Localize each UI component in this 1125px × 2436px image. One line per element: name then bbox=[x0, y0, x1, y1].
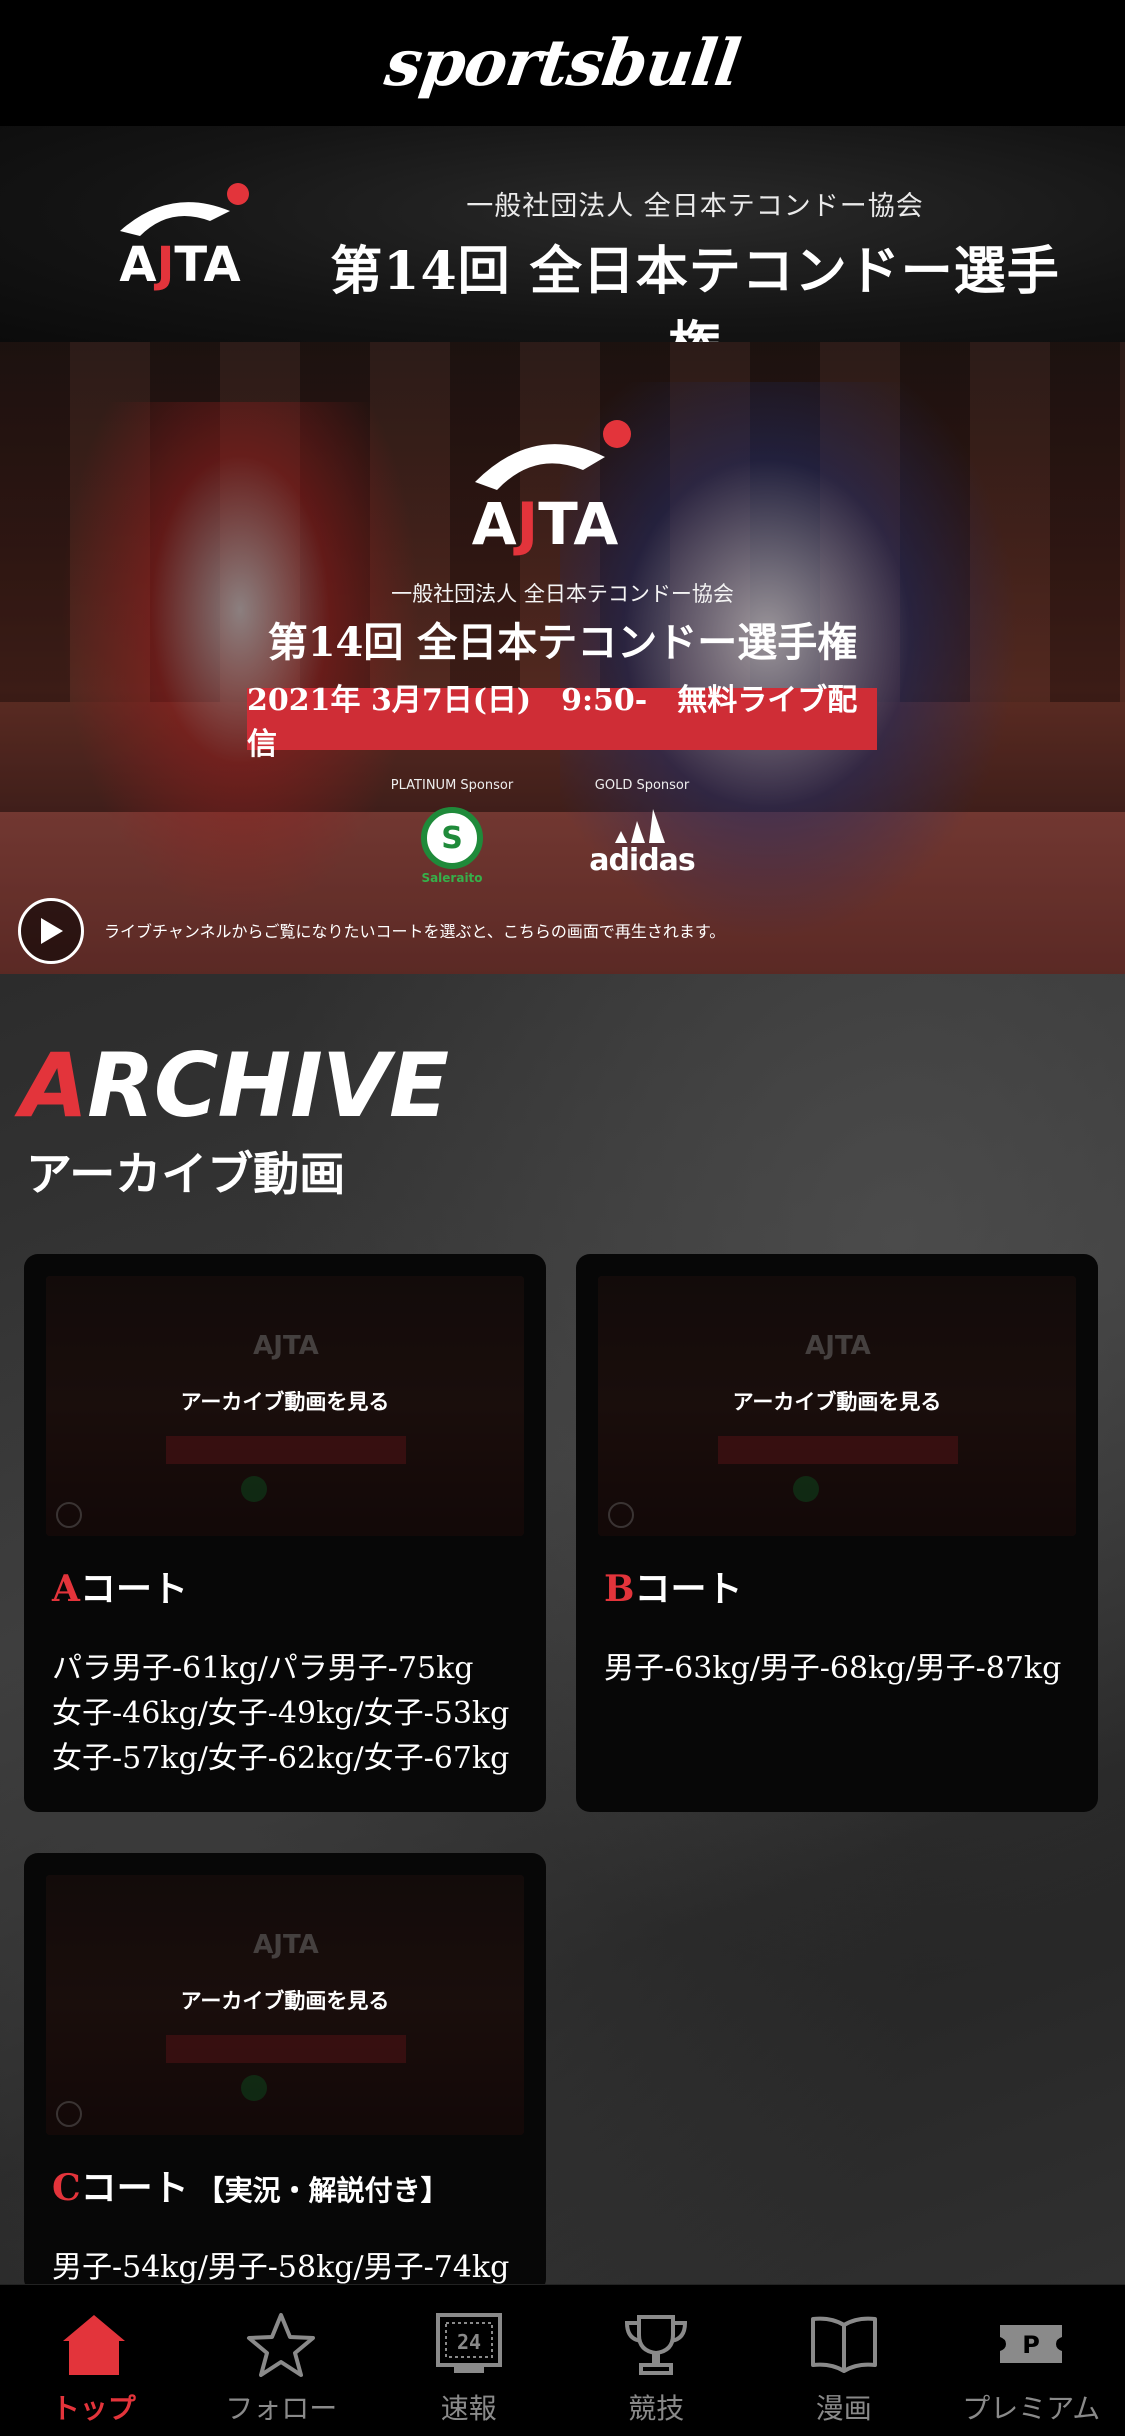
live-video-player[interactable]: AJTA 一般社団法人 全日本テコンドー協会 第14回 全日本テコンドー選手権 … bbox=[0, 342, 1125, 974]
tab-label: プレミアム bbox=[962, 2392, 1101, 2425]
star-icon bbox=[243, 2309, 319, 2379]
tab-label: トップ bbox=[51, 2392, 136, 2425]
adidas-logo-icon bbox=[615, 809, 665, 843]
book-icon bbox=[806, 2309, 882, 2379]
platinum-sponsor: PLATINUM Sponsor S Saleraito bbox=[362, 778, 542, 885]
hero-event-title: 第14回 全日本テコンドー選手権 bbox=[267, 619, 858, 666]
tab-label: 漫画 bbox=[815, 2392, 872, 2425]
adidas-name: adidas bbox=[589, 843, 696, 878]
organization-name: 一般社団法人 全日本テコンドー協会 bbox=[466, 191, 924, 222]
gold-sponsor: GOLD Sponsor adidas bbox=[552, 778, 732, 878]
event-header-banner: AJTA 一般社団法人 全日本テコンドー協会 第14回 全日本テコンドー選手権 bbox=[0, 126, 1125, 377]
broadcast-date-banner: 2021年 3月7日(日) 9:50- 無料ライブ配信 bbox=[247, 683, 877, 762]
gold-sponsor-label: GOLD Sponsor bbox=[594, 778, 690, 793]
archive-heading: ARCHIVE bbox=[20, 1034, 449, 1137]
svg-text:AJTA: AJTA bbox=[472, 490, 619, 558]
saleraito-name: Saleraito bbox=[421, 871, 483, 885]
home-icon bbox=[56, 2309, 132, 2379]
player-caption: ライブチャンネルからご覧になりたいコートを選ぶと、こちらの画面で再生されます。 bbox=[104, 922, 726, 941]
archive-thumbnail[interactable]: AJTA アーカイブ動画を見る bbox=[598, 1276, 1076, 1536]
tab-label: 速報 bbox=[440, 2392, 497, 2425]
hero-organization: 一般社団法人 全日本テコンドー協会 bbox=[391, 582, 734, 606]
saleraito-logo-icon: S bbox=[421, 807, 483, 869]
weight-classes: パラ男子-61kg/パラ男子-75kg 女子-46kg/女子-49kg/女子-5… bbox=[52, 1651, 510, 1776]
archive-thumbnail[interactable]: AJTA アーカイブ動画を見る bbox=[46, 1276, 524, 1536]
watch-archive-label: アーカイブ動画を見る bbox=[180, 1390, 390, 1414]
watch-archive-label: アーカイブ動画を見る bbox=[732, 1390, 942, 1414]
tab-label: フォロー bbox=[225, 2392, 338, 2425]
scoreboard-icon: 24 bbox=[431, 2309, 507, 2379]
tab-top[interactable]: トップ bbox=[0, 2285, 188, 2436]
bottom-tab-bar: トップ フォロー 24 速報 競技 漫画 P プレミアム bbox=[0, 2284, 1125, 2436]
tab-news[interactable]: 24 速報 bbox=[375, 2285, 563, 2436]
court-name: Aコート bbox=[52, 1568, 188, 1610]
play-button[interactable] bbox=[18, 898, 84, 964]
court-name: Cコート 【実況・解説付き】 bbox=[52, 2167, 449, 2209]
tab-sports[interactable]: 競技 bbox=[563, 2285, 751, 2436]
archive-card-court-b[interactable]: AJTA アーカイブ動画を見る Bコート 男子-63kg/男子-68kg/男子-… bbox=[576, 1254, 1098, 1812]
ajta-logo-icon: AJTA bbox=[119, 183, 249, 293]
watch-archive-label: アーカイブ動画を見る bbox=[180, 1989, 390, 2013]
play-icon bbox=[41, 918, 63, 944]
platinum-sponsor-label: PLATINUM Sponsor bbox=[390, 778, 514, 793]
svg-text:AJTA: AJTA bbox=[119, 237, 240, 293]
archive-card-court-c[interactable]: AJTA アーカイブ動画を見る Cコート【実況・解説付き】 男子-54kg/男子… bbox=[24, 1853, 546, 2293]
app-header: sportsbull bbox=[0, 0, 1125, 126]
tab-manga[interactable]: 漫画 bbox=[750, 2285, 938, 2436]
trophy-icon bbox=[618, 2309, 694, 2379]
premium-ticket-icon: P bbox=[993, 2309, 1069, 2379]
archive-thumbnail[interactable]: AJTA アーカイブ動画を見る bbox=[46, 1875, 524, 2135]
svg-text:24: 24 bbox=[457, 2330, 481, 2354]
tab-follow[interactable]: フォロー bbox=[188, 2285, 376, 2436]
weight-classes: 男子-63kg/男子-68kg/男子-87kg bbox=[604, 1651, 1062, 1686]
tab-premium[interactable]: P プレミアム bbox=[938, 2285, 1125, 2436]
court-name: Bコート bbox=[604, 1568, 743, 1610]
ajta-hero-logo-icon: AJTA bbox=[472, 420, 631, 558]
archive-card-court-a[interactable]: AJTA アーカイブ動画を見る Aコート パラ男子-61kg/パラ男子-75kg… bbox=[24, 1254, 546, 1812]
archive-subheading: アーカイブ動画 bbox=[26, 1147, 346, 1201]
tab-label: 競技 bbox=[628, 2392, 685, 2425]
sportsbull-logo[interactable]: sportsbull bbox=[381, 26, 744, 101]
svg-text:P: P bbox=[1022, 2331, 1040, 2359]
